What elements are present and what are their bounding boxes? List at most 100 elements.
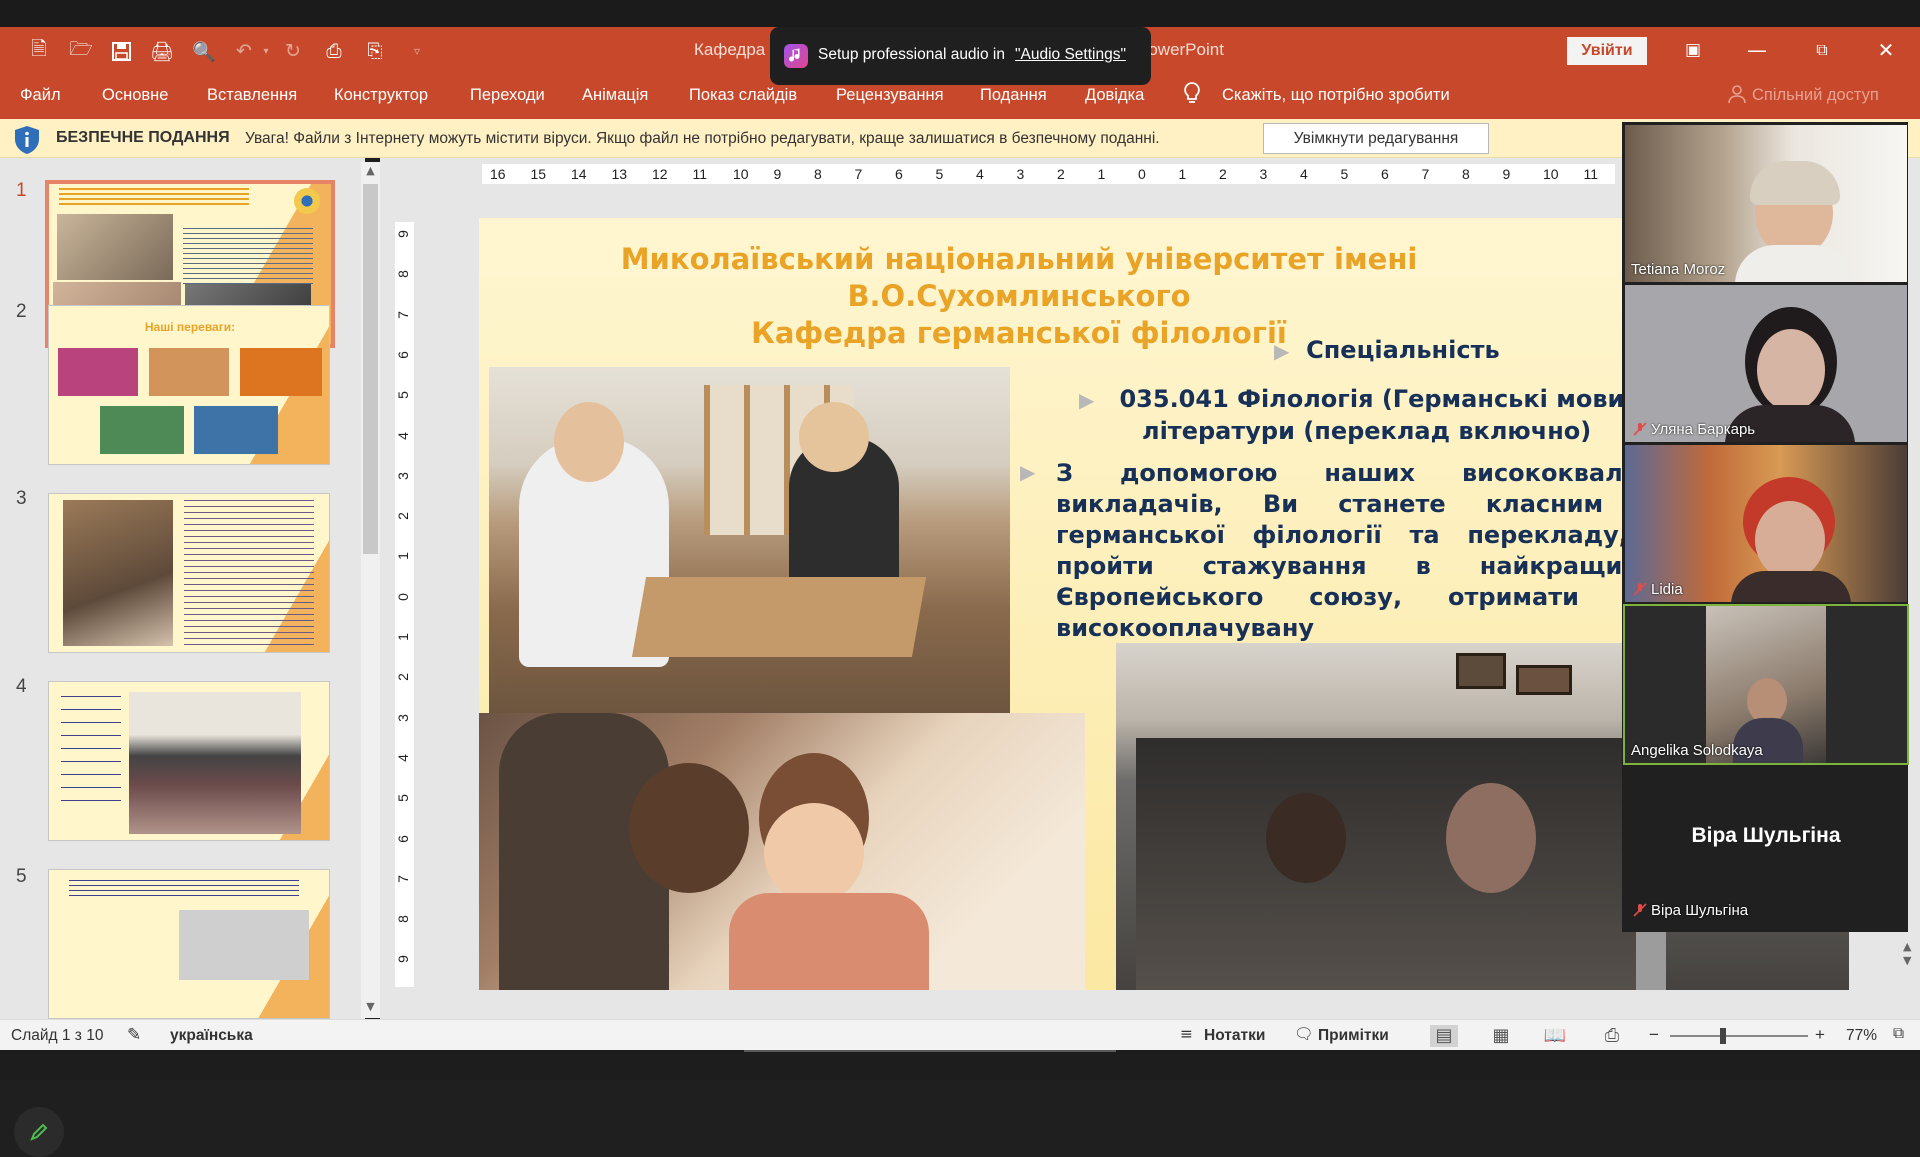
ruler-tick-label: 2	[1219, 166, 1227, 182]
scroll-up-icon[interactable]: ▲	[363, 164, 378, 182]
fit-to-window-icon[interactable]: ⧉	[1893, 1024, 1904, 1043]
bullet-program-line1: 035.041 Філологія (Германські мови та	[1119, 385, 1663, 413]
tell-me-search[interactable]: Скажіть, що потрібно зробити	[1222, 86, 1450, 105]
zoom-slider-knob[interactable]	[1720, 1028, 1726, 1044]
comments-button[interactable]: Примітки	[1318, 1027, 1389, 1045]
scroll-down-icon[interactable]: ▼	[363, 1000, 378, 1018]
slide-thumbnail-3[interactable]	[48, 493, 330, 653]
music-note-icon	[784, 44, 808, 68]
participant-tile[interactable]: Уляна Баркарь	[1625, 285, 1907, 442]
new-file-icon[interactable]: 🗎	[27, 38, 51, 63]
thumbnails-scrollbar[interactable]: ▲ ▼	[361, 162, 380, 1018]
ruler-tick-label: 5	[935, 166, 944, 182]
ribbon-display-icon[interactable]: ▣	[1670, 35, 1716, 65]
participant-tile-speaking[interactable]: Angelika Solodkaya	[1623, 604, 1909, 765]
print-preview-icon[interactable]: 🔍	[192, 39, 216, 63]
zoom-level[interactable]: 77%	[1846, 1027, 1877, 1045]
notes-icon[interactable]: ≡	[1180, 1025, 1193, 1043]
login-button[interactable]: Увійти	[1567, 37, 1647, 65]
ruler-tick-label: 1	[394, 552, 411, 561]
ruler-tick-label: 2	[1057, 166, 1065, 182]
toast-text: Setup professional audio in	[818, 46, 1005, 63]
slide-sorter-icon[interactable]: ▦	[1487, 1025, 1515, 1047]
slide-thumbnail-2[interactable]: Наші переваги:	[48, 305, 330, 465]
participant-tile[interactable]: Віра Шульгіна Віра Шульгіна	[1625, 766, 1907, 923]
participant-display-name: Віра Шульгіна	[1691, 824, 1841, 847]
open-folder-icon[interactable]: 🗁	[69, 38, 93, 63]
vertical-ruler: 9 8 7 6 5 4 3 2 1 0 1 2 3 4 5 6 7 8 9	[395, 222, 414, 987]
prev-next-slide-arrows-icon[interactable]: ▲ ▼	[1903, 940, 1911, 968]
menu-animations[interactable]: Анімація	[582, 86, 648, 105]
menu-view[interactable]: Подання	[980, 86, 1047, 105]
undo-icon[interactable]: ↶	[232, 39, 256, 63]
ruler-tick-label: 0	[394, 592, 411, 601]
slide-thumbnail-5[interactable]	[48, 869, 330, 1019]
ruler-tick-label: 5	[394, 391, 411, 400]
participant-tile[interactable]: Lidia	[1625, 445, 1907, 602]
reading-view-icon[interactable]: 📖	[1541, 1025, 1569, 1047]
protected-view-message: Увага! Файли з Інтернету можуть містити …	[245, 130, 1160, 147]
slide-thumbnails-pane: 1 2 Наші переваги: 3 4 5	[0, 158, 365, 1157]
horizontal-ruler: 16 15 14 13 12 11 10 9 8 7 6 5 4 3 2 1 0 1 2 3 4 5 6 7 8 9 10 11	[482, 164, 1615, 184]
participant-name: Lidia	[1651, 581, 1683, 598]
menu-home[interactable]: Основне	[102, 86, 168, 105]
bullet-program-line2: літератури (переклад включно)	[1142, 417, 1592, 445]
ruler-tick-label: 3	[1259, 166, 1268, 182]
menu-file[interactable]: Файл	[20, 86, 61, 105]
spellcheck-icon[interactable]: ✎	[127, 1025, 141, 1045]
participant-tile[interactable]: Tetiana Moroz	[1625, 125, 1907, 282]
scrollbar-thumb[interactable]	[363, 184, 378, 554]
zoom-out-button[interactable]: −	[1649, 1025, 1659, 1045]
redo-icon[interactable]: ↻	[281, 39, 305, 63]
notes-button[interactable]: Нотатки	[1204, 1027, 1265, 1045]
slideshow-icon[interactable]: ⎘	[363, 39, 387, 63]
ruler-tick-label: 9	[394, 230, 411, 238]
menu-help[interactable]: Довідка	[1085, 86, 1144, 105]
ruler-tick-label: 9	[1502, 166, 1511, 182]
bullet-arrow-icon: ▶	[1079, 388, 1095, 412]
menu-insert[interactable]: Вставлення	[207, 86, 297, 105]
from-beginning-icon[interactable]: ⎙	[322, 39, 346, 63]
pen-tool-button[interactable]	[14, 1107, 64, 1157]
muted-mic-icon	[1633, 903, 1647, 917]
ruler-tick-label: 8	[394, 915, 411, 923]
close-icon[interactable]: ✕	[1863, 35, 1909, 65]
print-icon[interactable]: 🖨	[150, 39, 174, 63]
menu-slideshow[interactable]: Показ слайдів	[689, 86, 797, 105]
slide-thumbnail-4[interactable]	[48, 681, 330, 841]
audio-settings-toast[interactable]: Setup professional audio in "Audio Settin…	[770, 27, 1151, 85]
save-icon[interactable]	[109, 39, 133, 63]
enable-editing-button[interactable]: Увімкнути редагування	[1263, 123, 1489, 154]
slide-counter: Слайд 1 з 10	[11, 1027, 104, 1044]
audio-settings-link[interactable]: "Audio Settings"	[1015, 46, 1126, 63]
participant-name: Віра Шульгіна	[1651, 902, 1749, 919]
slideshow-view-icon[interactable]: ⎙	[1598, 1025, 1626, 1047]
comments-icon[interactable]: 🗨	[1294, 1025, 1314, 1043]
ruler-tick-label: 6	[895, 166, 903, 182]
undo-dropdown-icon[interactable]: ▾	[254, 39, 278, 63]
ruler-tick-label: 2	[394, 673, 411, 682]
zoom-in-button[interactable]: +	[1815, 1025, 1825, 1045]
language-indicator[interactable]: українська	[170, 1027, 253, 1045]
ruler-tick-label: 7	[854, 166, 863, 182]
normal-view-icon[interactable]: ▤	[1430, 1025, 1458, 1047]
ruler-tick-label: 11	[1583, 166, 1599, 182]
bullet-arrow-icon: ▶	[1020, 462, 1036, 484]
menu-transitions[interactable]: Переходи	[470, 86, 545, 105]
minimize-icon[interactable]: —	[1734, 35, 1780, 65]
share-button[interactable]: Спільний доступ	[1752, 86, 1879, 105]
muted-mic-icon	[1633, 422, 1647, 436]
menu-review[interactable]: Рецензування	[836, 86, 944, 105]
menu-design[interactable]: Конструктор	[334, 86, 428, 105]
slide-title-line1: Миколаївський національний університет і…	[620, 242, 1418, 313]
bullet-program: ▶ 035.041 Філологія (Германські мови та …	[1079, 384, 1663, 447]
bullet-specialty: ▶ Спеціальність	[1274, 336, 1500, 364]
bullet-specialty-text: Спеціальність	[1306, 336, 1500, 364]
restore-icon[interactable]: ⧉	[1799, 35, 1845, 65]
customize-icon[interactable]: ▿	[405, 39, 429, 63]
ruler-tick-label: 3	[394, 713, 411, 722]
thumbnail-number: 3	[16, 488, 27, 509]
ruler-tick-label: 6	[394, 350, 411, 359]
ruler-tick-label: 1	[1097, 166, 1106, 182]
zoom-slider[interactable]	[1670, 1035, 1808, 1037]
